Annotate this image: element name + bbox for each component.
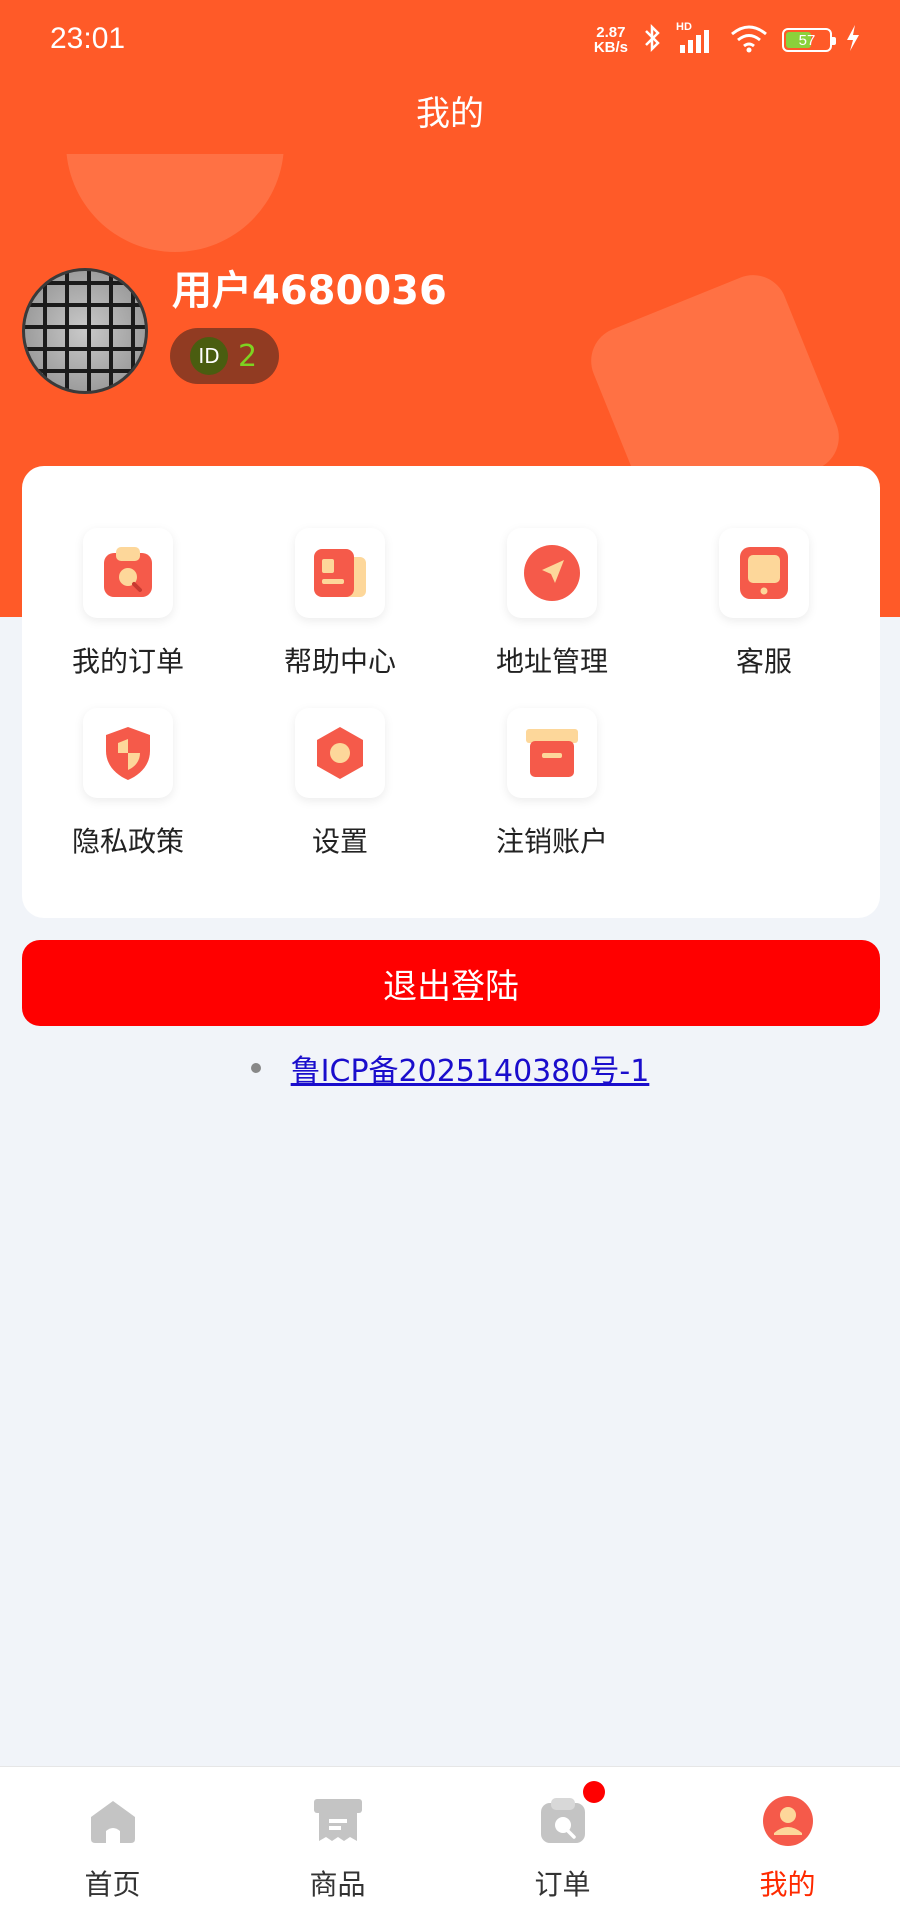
menu-item-settings[interactable]: 设置	[234, 708, 446, 862]
shop-icon	[312, 1795, 364, 1847]
id-badge: ID	[190, 337, 228, 375]
charging-icon	[846, 25, 860, 55]
profile-icon	[762, 1795, 814, 1847]
net-speed-unit: KB/s	[593, 39, 628, 56]
icp-footer: 鲁ICP备2025140380号-1	[0, 1046, 900, 1090]
menu-label-my-orders: 我的订单	[71, 645, 184, 678]
notification-dot	[583, 1781, 605, 1803]
menu-item-address[interactable]: 地址管理	[446, 528, 658, 682]
feature-menu-card: 我的订单 帮助中心 地址管理 客服 隐私政策 设置 注销账户	[22, 466, 880, 918]
battery-level: 57	[798, 31, 816, 49]
location-arrow-icon	[507, 528, 597, 618]
wifi-icon	[730, 23, 768, 57]
bottom-tab-bar: 首页 商品 订单 我的	[0, 1766, 900, 1920]
logout-button[interactable]: 退出登陆	[22, 940, 880, 1026]
menu-item-customer-service[interactable]: 客服	[658, 528, 870, 682]
tab-orders[interactable]: 订单	[450, 1767, 675, 1920]
battery-indicator: 57	[782, 28, 836, 52]
tab-label-home: 首页	[84, 1868, 141, 1901]
tab-products[interactable]: 商品	[225, 1767, 450, 1920]
menu-item-help-center[interactable]: 帮助中心	[234, 528, 446, 682]
order-search-icon	[83, 528, 173, 618]
menu-label-delete-account: 注销账户	[495, 825, 608, 858]
archive-box-icon	[507, 708, 597, 798]
icp-link[interactable]: 鲁ICP备2025140380号-1	[291, 1046, 650, 1090]
tab-profile[interactable]: 我的	[675, 1767, 900, 1920]
feature-grid: 我的订单 帮助中心 地址管理 客服 隐私政策 设置 注销账户	[22, 528, 880, 862]
tab-label-orders: 订单	[534, 1868, 591, 1901]
menu-label-address: 地址管理	[495, 645, 608, 678]
user-id-pill: ID 2	[170, 328, 280, 384]
tab-home[interactable]: 首页	[0, 1767, 225, 1920]
help-doc-icon	[295, 528, 385, 618]
status-time: 23:01	[50, 22, 126, 55]
net-speed: 2.87 KB/s	[594, 25, 628, 55]
home-icon	[87, 1795, 139, 1847]
menu-item-my-orders[interactable]: 我的订单	[22, 528, 234, 682]
privacy-shield-icon	[83, 708, 173, 798]
status-icons: 2.87 KB/s HD 57	[594, 21, 860, 58]
cell-signal-icon: HD	[676, 21, 716, 55]
page-title: 我的	[416, 94, 484, 134]
customer-service-icon	[719, 528, 809, 618]
icp-bullet	[250, 1063, 261, 1073]
menu-item-delete-account[interactable]: 注销账户	[446, 708, 658, 862]
id-value: 2	[238, 338, 258, 374]
menu-label-settings: 设置	[311, 825, 368, 858]
tab-label-products: 商品	[309, 1868, 366, 1901]
settings-hexagon-icon	[295, 708, 385, 798]
bluetooth-icon	[642, 23, 662, 57]
menu-label-customer-service: 客服	[735, 645, 792, 678]
menu-item-privacy[interactable]: 隐私政策	[22, 708, 234, 862]
order-icon	[537, 1795, 589, 1847]
net-speed-value: 2.87	[596, 24, 626, 41]
menu-label-privacy: 隐私政策	[71, 825, 184, 858]
username: 用户4680036	[172, 268, 447, 314]
tab-label-profile: 我的	[759, 1868, 816, 1901]
status-bar: 23:01 2.87 KB/s HD 57	[0, 0, 900, 80]
avatar[interactable]	[22, 268, 148, 394]
menu-label-help-center: 帮助中心	[283, 645, 396, 678]
